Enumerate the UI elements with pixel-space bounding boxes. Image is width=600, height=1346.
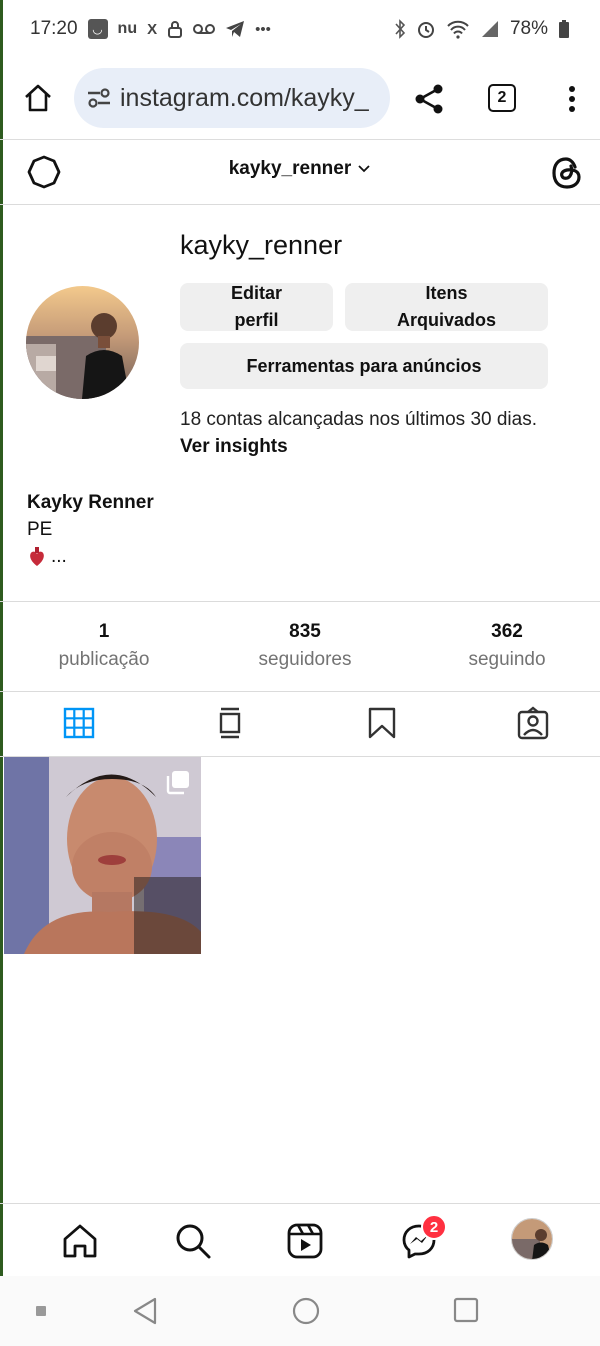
chevron-down-icon [358, 165, 370, 173]
bio-line: ... [27, 546, 67, 568]
assist-dot-icon [36, 1306, 46, 1316]
wifi-icon [446, 19, 470, 39]
battery-icon [558, 19, 570, 39]
nav-search[interactable] [174, 1222, 212, 1260]
nav-reels[interactable] [286, 1222, 324, 1260]
tab-posts-grid[interactable] [62, 706, 96, 740]
status-time: 17:20 [30, 18, 78, 39]
back-triangle-icon [133, 1297, 157, 1325]
voicemail-icon [193, 19, 216, 39]
tab-saved[interactable] [365, 706, 399, 740]
followers-count[interactable]: 835 seguidores [205, 621, 405, 671]
instagram-header: kayky_renner [0, 140, 600, 205]
address-bar[interactable]: instagram.com/kayky_ [74, 68, 390, 128]
mail-notification-icon: ◡ [87, 19, 108, 39]
bank-notification-icon: nu [117, 20, 138, 37]
browser-toolbar: instagram.com/kayky_ 2 [0, 58, 600, 140]
share-icon [415, 84, 443, 114]
browser-home-button[interactable] [22, 82, 54, 114]
home-icon [63, 1224, 97, 1258]
divider [0, 601, 600, 602]
posts-count[interactable]: 1 publicação [4, 621, 204, 671]
x-notification-icon: X [147, 20, 158, 38]
lock-notification-icon [167, 19, 183, 39]
site-settings-icon[interactable] [86, 85, 112, 111]
anatomical-heart-emoji [30, 547, 44, 566]
threads-button[interactable] [548, 154, 586, 192]
bottom-navigation: 2 [0, 1203, 600, 1276]
threads-icon [552, 157, 581, 189]
home-circle-icon [292, 1297, 320, 1325]
more-notifications-icon: ••• [255, 20, 271, 38]
bluetooth-icon [394, 19, 406, 39]
bio-display-name: Kayky Renner [27, 492, 154, 513]
grid-icon [63, 707, 95, 739]
carousel-icon [166, 771, 189, 795]
alarm-icon [416, 19, 436, 39]
insights-summary: 18 contas alcançadas nos últimos 30 dias… [180, 409, 537, 430]
post-thumbnail[interactable] [4, 757, 201, 954]
divider [0, 691, 600, 692]
recents-square-icon [453, 1297, 479, 1323]
view-insights-link[interactable]: Ver insights [180, 436, 288, 458]
system-recents-button[interactable] [452, 1296, 480, 1329]
header-username: kayky_renner [228, 158, 352, 179]
tab-feed[interactable] [213, 706, 247, 740]
nav-profile-avatar[interactable] [511, 1218, 553, 1260]
messages-badge: 2 [421, 1214, 447, 1240]
profile-avatar[interactable] [26, 286, 139, 399]
telegram-icon [225, 19, 245, 39]
reels-icon [287, 1223, 323, 1259]
signal-icon [480, 19, 500, 39]
tab-tagged[interactable] [516, 706, 550, 740]
edit-profile-button[interactable]: Editar perfil [180, 283, 333, 331]
nav-home[interactable] [61, 1222, 99, 1260]
status-bar: 17:20 ◡ nu X ••• 78% [0, 0, 600, 58]
system-home-button[interactable] [291, 1296, 321, 1331]
home-icon [25, 84, 51, 112]
system-navigation-bar [0, 1276, 600, 1346]
share-button[interactable] [412, 82, 446, 116]
following-count[interactable]: 362 seguindo [407, 621, 600, 671]
bio-line: PE [27, 519, 53, 540]
url-text: instagram.com/kayky_ [120, 83, 369, 112]
search-icon [176, 1224, 211, 1259]
more-vertical-icon [569, 86, 575, 112]
battery-percent: 78% [509, 18, 548, 39]
profile-username: kayky_renner [180, 230, 343, 260]
account-switcher[interactable]: kayky_renner [0, 158, 600, 180]
feed-icon [219, 707, 241, 739]
browser-menu-button[interactable] [560, 82, 584, 116]
ad-tools-button[interactable]: Ferramentas para anúncios [180, 343, 548, 389]
system-back-button[interactable] [131, 1296, 159, 1331]
bio-more[interactable]: ... [51, 546, 67, 568]
archived-items-button[interactable]: Itens Arquivados [345, 283, 548, 331]
tagged-user-icon [517, 706, 549, 740]
tab-switcher-button[interactable]: 2 [488, 84, 516, 112]
bookmark-icon [368, 707, 396, 739]
